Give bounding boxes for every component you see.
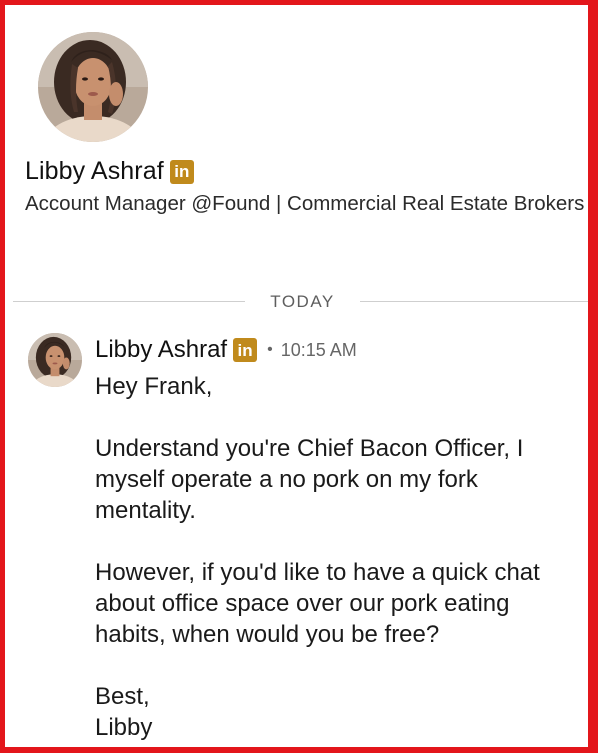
divider-line-left	[13, 301, 245, 302]
linkedin-premium-icon: in	[233, 338, 258, 362]
message-paragraph: Understand you're Chief Bacon Officer, I…	[95, 435, 524, 524]
day-divider-label: TODAY	[270, 292, 335, 311]
profile-name[interactable]: Libby Ashraf	[25, 157, 164, 186]
message-body: Hey Frank, Understand you're Chief Bacon…	[95, 371, 575, 743]
message-sender-name[interactable]: Libby Ashraf	[95, 336, 227, 364]
message-timestamp: 10:15 AM	[280, 339, 357, 360]
separator-dot: •	[267, 341, 273, 358]
message-sender-avatar[interactable]	[28, 333, 82, 387]
profile-photo-icon	[38, 32, 148, 142]
screenshot-frame: Libby Ashraf in Account Manager @Found |…	[0, 0, 598, 753]
divider-line-right	[360, 301, 588, 302]
message-header: Libby Ashraf in • 10:15 AM	[95, 336, 357, 364]
message-closing: Best,	[95, 683, 150, 710]
profile-name-row: Libby Ashraf in	[25, 157, 194, 186]
message-greeting: Hey Frank,	[95, 373, 213, 400]
message-signoff: Libby	[95, 714, 153, 741]
profile-avatar[interactable]	[38, 32, 148, 142]
message-paragraph: However, if you'd like to have a quick c…	[95, 559, 540, 648]
profile-headline: Account Manager @Found | Commercial Real…	[25, 192, 585, 215]
sender-photo-icon	[28, 333, 82, 387]
linkedin-premium-icon: in	[169, 159, 194, 184]
